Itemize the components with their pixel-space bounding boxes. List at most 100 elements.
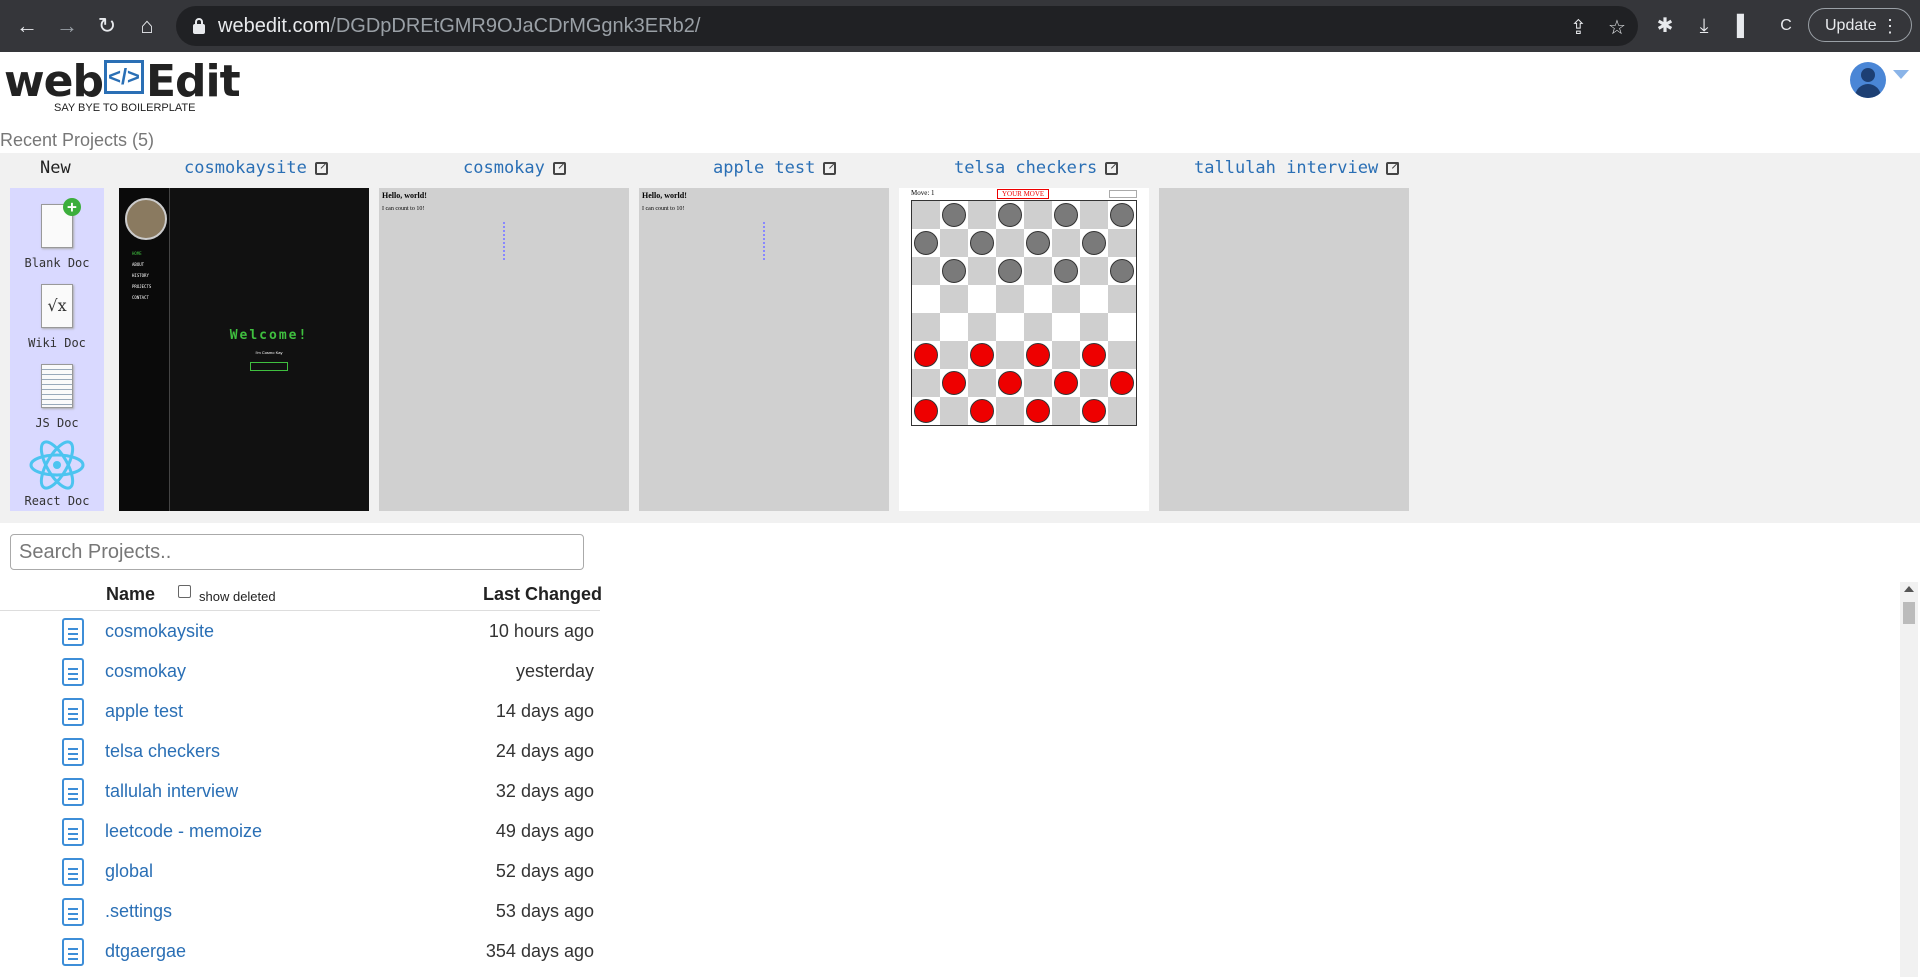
thumbnail-button <box>250 362 288 371</box>
external-link-icon[interactable] <box>1386 158 1400 175</box>
thumbnail-reset <box>1109 190 1137 198</box>
last-changed-text: 32 days ago <box>495 781 594 801</box>
document-icon <box>62 898 84 926</box>
last-changed-text: 49 days ago <box>495 821 594 841</box>
last-changed-text: 10 hours ago <box>488 621 594 641</box>
update-button[interactable]: Update ⋮ <box>1808 8 1912 42</box>
recent-project-link[interactable]: tallulah interview <box>1194 158 1400 178</box>
last-changed-text: 52 days ago <box>495 861 594 881</box>
board-square <box>1024 201 1052 229</box>
red-checker-piece <box>914 343 938 367</box>
column-header-last-changed[interactable]: Last Changed <box>483 584 602 605</box>
home-icon[interactable]: ⌂ <box>132 11 162 41</box>
recent-project-link[interactable]: cosmokay <box>463 158 567 178</box>
board-square <box>1052 341 1080 369</box>
board-square <box>1024 285 1052 313</box>
share-icon[interactable]: ⇪ <box>1570 15 1587 40</box>
js-doc-icon <box>37 364 77 412</box>
gray-checker-piece <box>1110 259 1134 283</box>
project-name-link[interactable]: cosmokaysite <box>105 621 214 642</box>
scrollbar-thumb[interactable] <box>1903 602 1915 624</box>
project-thumbnail-cosmokay[interactable]: Hello, world! I can count to 10! <box>379 188 629 511</box>
project-name-link[interactable]: global <box>105 861 153 882</box>
table-row[interactable]: global 52 days ago <box>0 851 600 891</box>
project-thumbnail-tallulah-interview[interactable] <box>1159 188 1409 511</box>
project-name-link[interactable]: cosmokay <box>105 661 186 682</box>
table-row[interactable]: cosmokay yesterday <box>0 651 600 691</box>
red-checker-piece <box>1082 399 1106 423</box>
table-row[interactable]: apple test 14 days ago <box>0 691 600 731</box>
thumbnail-dots <box>763 222 766 260</box>
new-js-doc[interactable]: JS Doc <box>10 364 104 430</box>
project-name-link[interactable]: apple test <box>105 701 183 722</box>
table-row[interactable]: cosmokaysite 10 hours ago <box>0 611 600 651</box>
project-name-link[interactable]: leetcode - memoize <box>105 821 262 842</box>
gray-checker-piece <box>1026 231 1050 255</box>
show-deleted-checkbox[interactable] <box>178 585 191 598</box>
forward-icon[interactable]: → <box>52 11 82 41</box>
red-checker-piece <box>1026 343 1050 367</box>
show-deleted-label[interactable]: show deleted <box>199 589 276 604</box>
back-icon[interactable]: ← <box>12 11 42 41</box>
search-input[interactable]: Search Projects.. <box>10 534 584 570</box>
side-panel-icon[interactable]: ▌ <box>1730 11 1758 41</box>
red-checker-piece <box>970 343 994 367</box>
gray-checker-piece <box>1082 231 1106 255</box>
logo-code-icon: </> <box>104 60 144 94</box>
url-text: webedit.com/DGDpDREtGMR9OJaCDrMGgnk3ERb2… <box>218 15 701 37</box>
project-thumbnail-cosmokaysite[interactable]: HOME ABOUT HISTORY PROJECTS CONTACT Welc… <box>119 188 369 511</box>
thumbnail-count-text: I can count to 10! <box>382 206 425 212</box>
user-avatar[interactable] <box>1850 62 1886 98</box>
table-row[interactable]: leetcode - memoize 49 days ago <box>0 811 600 851</box>
react-doc-icon <box>29 440 85 490</box>
external-link-icon[interactable] <box>1105 158 1119 175</box>
project-name-link[interactable]: telsa checkers <box>105 741 220 762</box>
board-square <box>1108 341 1136 369</box>
reload-icon[interactable]: ↻ <box>92 11 122 41</box>
table-row[interactable]: tallulah interview 32 days ago <box>0 771 600 811</box>
thumbnail-sidebar: HOME ABOUT HISTORY PROJECTS CONTACT <box>119 188 170 511</box>
project-thumbnail-apple-test[interactable]: Hello, world! I can count to 10! <box>639 188 889 511</box>
menu-dots-icon: ⋮ <box>1881 16 1899 36</box>
board-square <box>1108 229 1136 257</box>
bookmark-star-icon[interactable]: ☆ <box>1608 15 1626 40</box>
address-bar[interactable]: webedit.com/DGDpDREtGMR9OJaCDrMGgnk3ERb2… <box>176 6 1638 46</box>
document-icon <box>62 778 84 806</box>
project-thumbnail-telsa-checkers[interactable]: Move: 1 YOUR MOVE <box>899 188 1149 511</box>
table-row[interactable]: telsa checkers 24 days ago <box>0 731 600 771</box>
new-column-label: New <box>40 158 71 178</box>
project-name-link[interactable]: .settings <box>105 901 172 922</box>
board-square <box>912 257 940 285</box>
board-square <box>1024 369 1052 397</box>
external-link-icon[interactable] <box>823 158 837 175</box>
extensions-icon[interactable]: ✱ <box>1651 11 1679 41</box>
scroll-up-icon[interactable] <box>1904 586 1914 592</box>
recent-project-link[interactable]: apple test <box>713 158 837 178</box>
external-link-icon[interactable] <box>552 158 567 175</box>
thumbnail-nav: HOME ABOUT HISTORY PROJECTS CONTACT <box>132 251 152 300</box>
project-name-link[interactable]: dtgaergae <box>105 941 186 962</box>
table-row[interactable]: .settings 53 days ago <box>0 891 600 931</box>
scrollbar[interactable] <box>1900 582 1918 977</box>
new-wiki-doc[interactable]: √x Wiki Doc <box>10 284 104 350</box>
red-checker-piece <box>942 371 966 395</box>
column-header-name[interactable]: Name <box>106 584 155 605</box>
board-square <box>940 341 968 369</box>
chevron-down-icon[interactable] <box>1893 70 1909 79</box>
new-blank-doc[interactable]: + Blank Doc <box>10 198 104 270</box>
board-square <box>1108 313 1136 341</box>
download-icon[interactable]: ⤓ <box>1690 11 1718 41</box>
new-react-doc[interactable]: React Doc <box>10 440 104 508</box>
board-square <box>940 285 968 313</box>
recent-project-link[interactable]: cosmokaysite <box>184 158 329 178</box>
document-icon <box>62 698 84 726</box>
board-square <box>1080 369 1108 397</box>
external-link-icon[interactable] <box>314 158 329 175</box>
last-changed-text: 14 days ago <box>495 701 594 721</box>
recent-project-link[interactable]: telsa checkers <box>954 158 1119 178</box>
document-icon <box>62 618 84 646</box>
profile-button[interactable]: C <box>1772 11 1800 41</box>
project-name-link[interactable]: tallulah interview <box>105 781 238 802</box>
board-square <box>940 229 968 257</box>
table-row[interactable]: dtgaergae 354 days ago <box>0 931 600 971</box>
